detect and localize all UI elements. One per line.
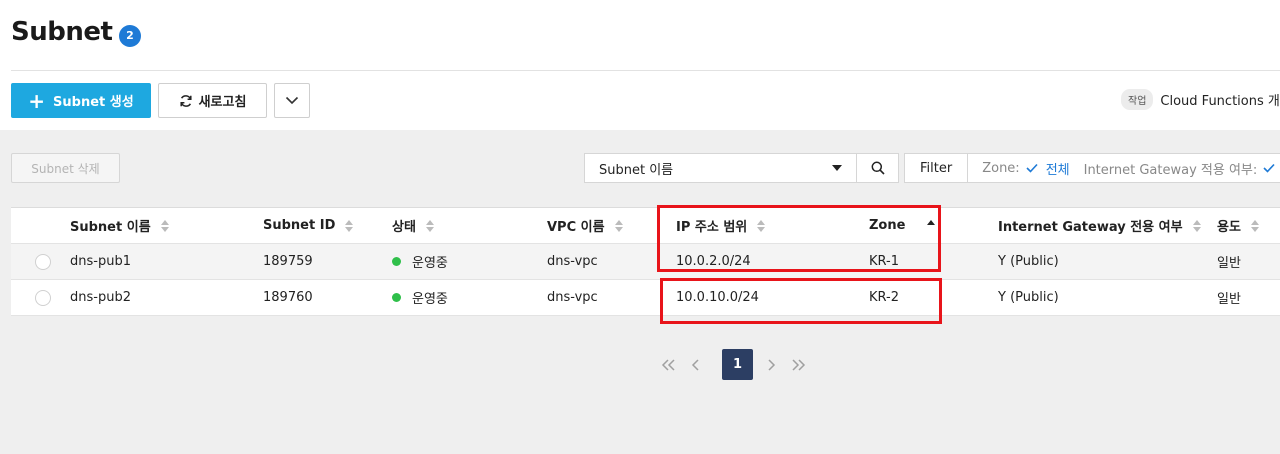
cell-status: 운영중 (392, 280, 448, 315)
page-header: Subnet 2 + Subnet 생성 새로고침 작업 Cloud Funct… (0, 0, 1280, 130)
sort-icon (345, 219, 354, 232)
filter-zone[interactable]: Zone: 전체 (982, 159, 1069, 178)
cell-vpc-name: dns-vpc (547, 254, 598, 269)
filter-label: Filter (905, 154, 969, 182)
search-field-value: Subnet 이름 (599, 162, 674, 178)
sort-icon (1192, 219, 1201, 232)
filter-igw-value-wrap (1263, 163, 1275, 173)
cell-igw: Y (Public) (998, 254, 1059, 269)
sort-icon (425, 219, 434, 232)
check-icon (1263, 163, 1275, 173)
divider (11, 70, 1280, 71)
column-header-subnet-name[interactable]: Subnet 이름 (70, 208, 169, 243)
task-text: Cloud Functions 개설 (1160, 94, 1280, 109)
table-row[interactable]: dns-pub1 189759 운영중 dns-vpc 10.0.2.0/24 … (11, 244, 1280, 280)
row-select-radio[interactable] (35, 289, 51, 306)
check-icon (1026, 163, 1038, 173)
column-header-usage[interactable]: 용도 (1217, 208, 1259, 243)
status-dot-icon (392, 293, 401, 302)
filter-igw-key: Internet Gateway 적용 여부: (1083, 162, 1258, 178)
sort-icon (160, 219, 169, 232)
row-select-radio[interactable] (35, 253, 51, 270)
column-label: Subnet 이름 (70, 220, 151, 235)
more-dropdown-button[interactable] (274, 83, 310, 118)
refresh-button[interactable]: 새로고침 (158, 83, 267, 118)
filter-zone-value-wrap: 전체 (1026, 159, 1070, 178)
cell-status: 운영중 (392, 244, 448, 279)
column-label: VPC 이름 (547, 220, 605, 235)
task-tag: 작업 (1121, 89, 1154, 110)
table-header-row: Subnet 이름 Subnet ID 상태 VPC 이름 IP 주소 범위 Z… (11, 208, 1280, 244)
caret-down-icon (832, 165, 842, 171)
column-header-status[interactable]: 상태 (392, 208, 434, 243)
status-text: 운영중 (412, 256, 448, 271)
filter-zone-value: 전체 (1045, 162, 1070, 178)
filter-igw[interactable]: Internet Gateway 적용 여부: (1084, 159, 1276, 178)
chevron-down-icon (285, 96, 299, 105)
column-label: 상태 (392, 220, 416, 235)
search-button[interactable] (856, 153, 899, 183)
cell-usage: 일반 (1217, 256, 1241, 271)
filter-bar[interactable]: Filter Zone: 전체 Internet Gateway 적용 여부: (904, 153, 1280, 183)
next-page-icon[interactable] (762, 350, 780, 380)
page-button-current[interactable]: 1 (722, 349, 753, 380)
cell-usage: 일반 (1217, 292, 1241, 307)
search-field-select[interactable]: Subnet 이름 (584, 153, 857, 183)
column-label: Subnet ID (263, 218, 336, 233)
task-indicator[interactable]: 작업 Cloud Functions 개설 (1121, 89, 1280, 110)
plus-icon: + (28, 88, 46, 113)
column-label: Internet Gateway 전용 여부 (998, 220, 1183, 235)
cell-subnet-id: 189759 (263, 254, 313, 269)
highlight-box (660, 278, 942, 324)
table-row[interactable]: dns-pub2 189760 운영중 dns-vpc 10.0.10.0/24… (11, 280, 1280, 316)
create-subnet-button[interactable]: + Subnet 생성 (11, 83, 151, 118)
column-header-igw[interactable]: Internet Gateway 전용 여부 (998, 208, 1201, 243)
pagination: 1 (660, 349, 816, 380)
status-dot-icon (392, 257, 401, 266)
prev-page-icon[interactable] (687, 350, 705, 380)
last-page-icon[interactable] (789, 350, 807, 380)
refresh-icon (180, 94, 192, 107)
status-text: 운영중 (412, 292, 448, 307)
first-page-icon[interactable] (660, 350, 678, 380)
column-label: 용도 (1217, 220, 1241, 235)
subnet-table: Subnet 이름 Subnet ID 상태 VPC 이름 IP 주소 범위 Z… (11, 207, 1280, 316)
cell-subnet-name: dns-pub1 (70, 254, 131, 269)
refresh-label: 새로고침 (198, 95, 247, 110)
search-icon (871, 161, 885, 175)
column-header-vpc-name[interactable]: VPC 이름 (547, 208, 623, 243)
cell-subnet-id: 189760 (263, 290, 313, 305)
count-badge: 2 (119, 25, 141, 47)
cell-subnet-name: dns-pub2 (70, 290, 131, 305)
sort-icon (1250, 219, 1259, 232)
cell-vpc-name: dns-vpc (547, 290, 598, 305)
content-area: Subnet 삭제 Subnet 이름 Filter Zone: 전체 Inte… (0, 130, 1280, 454)
page-title: Subnet (11, 17, 113, 47)
column-header-subnet-id[interactable]: Subnet ID (263, 208, 354, 243)
cell-igw: Y (Public) (998, 290, 1059, 305)
sort-icon (614, 219, 623, 232)
highlight-box (657, 205, 941, 272)
filter-zone-key: Zone: (982, 160, 1020, 176)
delete-subnet-button[interactable]: Subnet 삭제 (11, 153, 120, 183)
create-subnet-label: Subnet 생성 (53, 95, 134, 110)
